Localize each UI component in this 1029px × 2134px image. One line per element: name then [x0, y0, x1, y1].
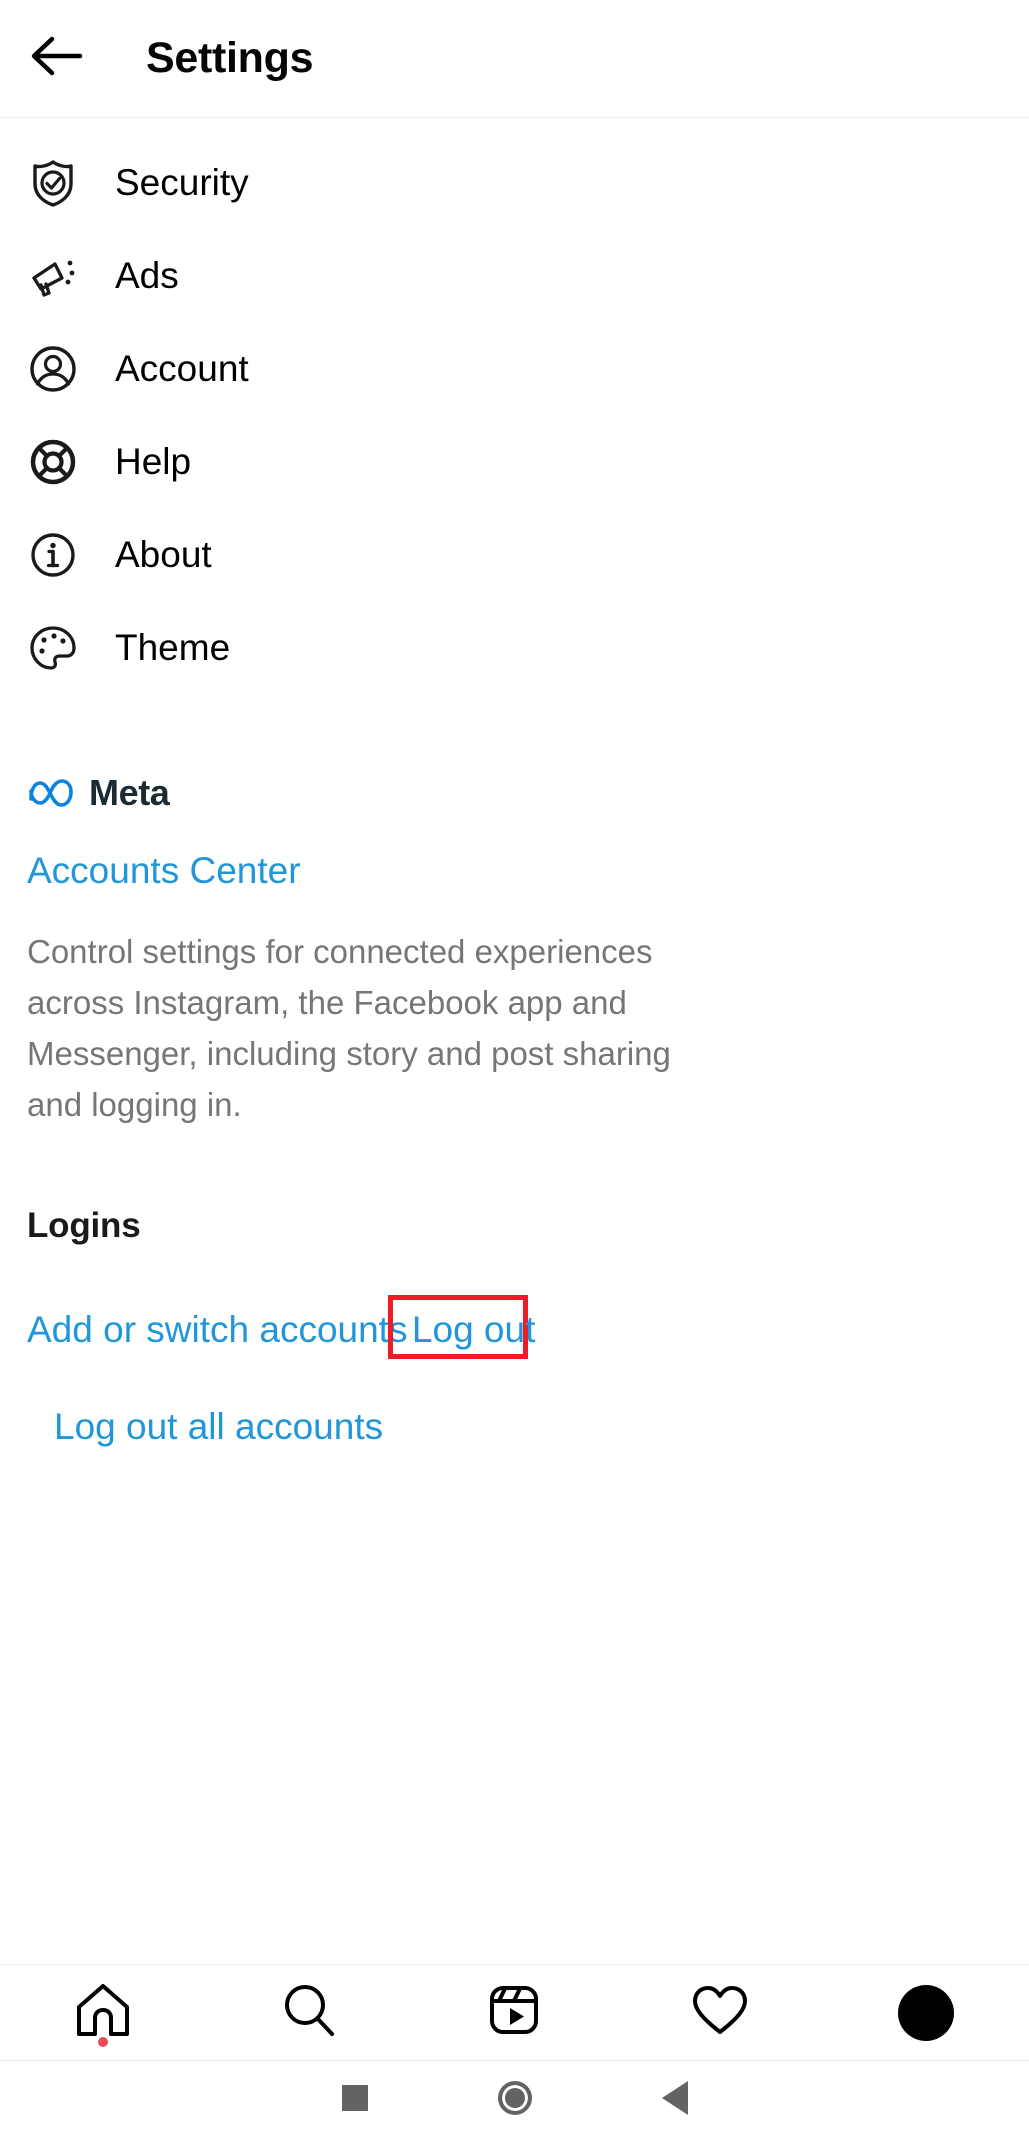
- shield-check-icon: [27, 157, 79, 209]
- sidebar-item-help[interactable]: Help: [0, 415, 1029, 508]
- megaphone-icon: [27, 250, 79, 302]
- sidebar-item-ads[interactable]: Ads: [0, 229, 1029, 322]
- settings-screen: Settings Security Ads Account Help About…: [0, 0, 1029, 2134]
- nav-item-profile[interactable]: [823, 1965, 1029, 2061]
- sidebar-item-account[interactable]: Account: [0, 322, 1029, 415]
- system-recents-button[interactable]: [275, 2084, 435, 2111]
- app-header: Settings: [0, 0, 1029, 118]
- palette-icon: [27, 622, 79, 674]
- square-icon: [341, 2084, 368, 2111]
- log-out-all-accounts-link[interactable]: Log out all accounts: [54, 1406, 383, 1448]
- nav-item-search[interactable]: [206, 1965, 412, 2061]
- user-circle-icon: [27, 343, 79, 395]
- meta-brand: Meta: [27, 768, 1029, 818]
- meta-brand-label: Meta: [89, 772, 170, 813]
- nav-item-home[interactable]: [0, 1965, 206, 2061]
- accounts-center-link[interactable]: Accounts Center: [27, 850, 301, 892]
- nav-item-activity[interactable]: [617, 1965, 823, 2061]
- sidebar-item-label: Help: [115, 440, 192, 482]
- triangle-left-icon: [661, 2080, 688, 2115]
- add-or-switch-accounts-link[interactable]: Add or switch accounts: [27, 1309, 407, 1351]
- sidebar-item-about[interactable]: About: [0, 508, 1029, 601]
- sidebar-item-theme[interactable]: Theme: [0, 601, 1029, 694]
- meta-infinity-logo: [27, 777, 75, 809]
- page-title: Settings: [146, 34, 314, 82]
- search-icon: [280, 1981, 338, 2044]
- reels-icon: [485, 1981, 543, 2044]
- info-circle-icon: [27, 529, 79, 581]
- heart-icon: [690, 1982, 750, 2043]
- meta-section: Meta Accounts Center Control settings fo…: [0, 694, 1029, 1130]
- back-button[interactable]: [8, 34, 104, 83]
- sidebar-item-label: About: [115, 533, 212, 575]
- meta-description: Control settings for connected experienc…: [27, 933, 671, 1123]
- sidebar-item-label: Security: [115, 161, 249, 203]
- nav-item-reels[interactable]: [412, 1965, 618, 2061]
- system-back-button[interactable]: [595, 2080, 755, 2115]
- lifebuoy-icon: [27, 436, 79, 488]
- log-out-link[interactable]: Log out: [412, 1309, 535, 1350]
- sidebar-item-label: Theme: [115, 626, 231, 668]
- circle-icon: [497, 2080, 532, 2115]
- logins-section-title: Logins: [27, 1206, 141, 1245]
- bottom-navigation-bar: [0, 1964, 1029, 2060]
- sidebar-item-label: Account: [115, 347, 249, 389]
- avatar-icon: [898, 1984, 955, 2041]
- home-badge-dot: [97, 2036, 108, 2047]
- sidebar-item-label: Ads: [115, 254, 179, 296]
- logins-section: Logins Add or switch accounts Log out Lo…: [0, 1130, 1029, 1448]
- system-home-button[interactable]: [435, 2080, 595, 2115]
- arrow-left-icon: [28, 34, 84, 83]
- home-icon: [73, 1982, 133, 2043]
- android-system-nav: [0, 2060, 1029, 2134]
- settings-menu: Security Ads Account Help About Theme: [0, 118, 1029, 694]
- sidebar-item-security[interactable]: Security: [0, 136, 1029, 229]
- log-out-highlight-wrapper: Log out: [385, 1295, 535, 1359]
